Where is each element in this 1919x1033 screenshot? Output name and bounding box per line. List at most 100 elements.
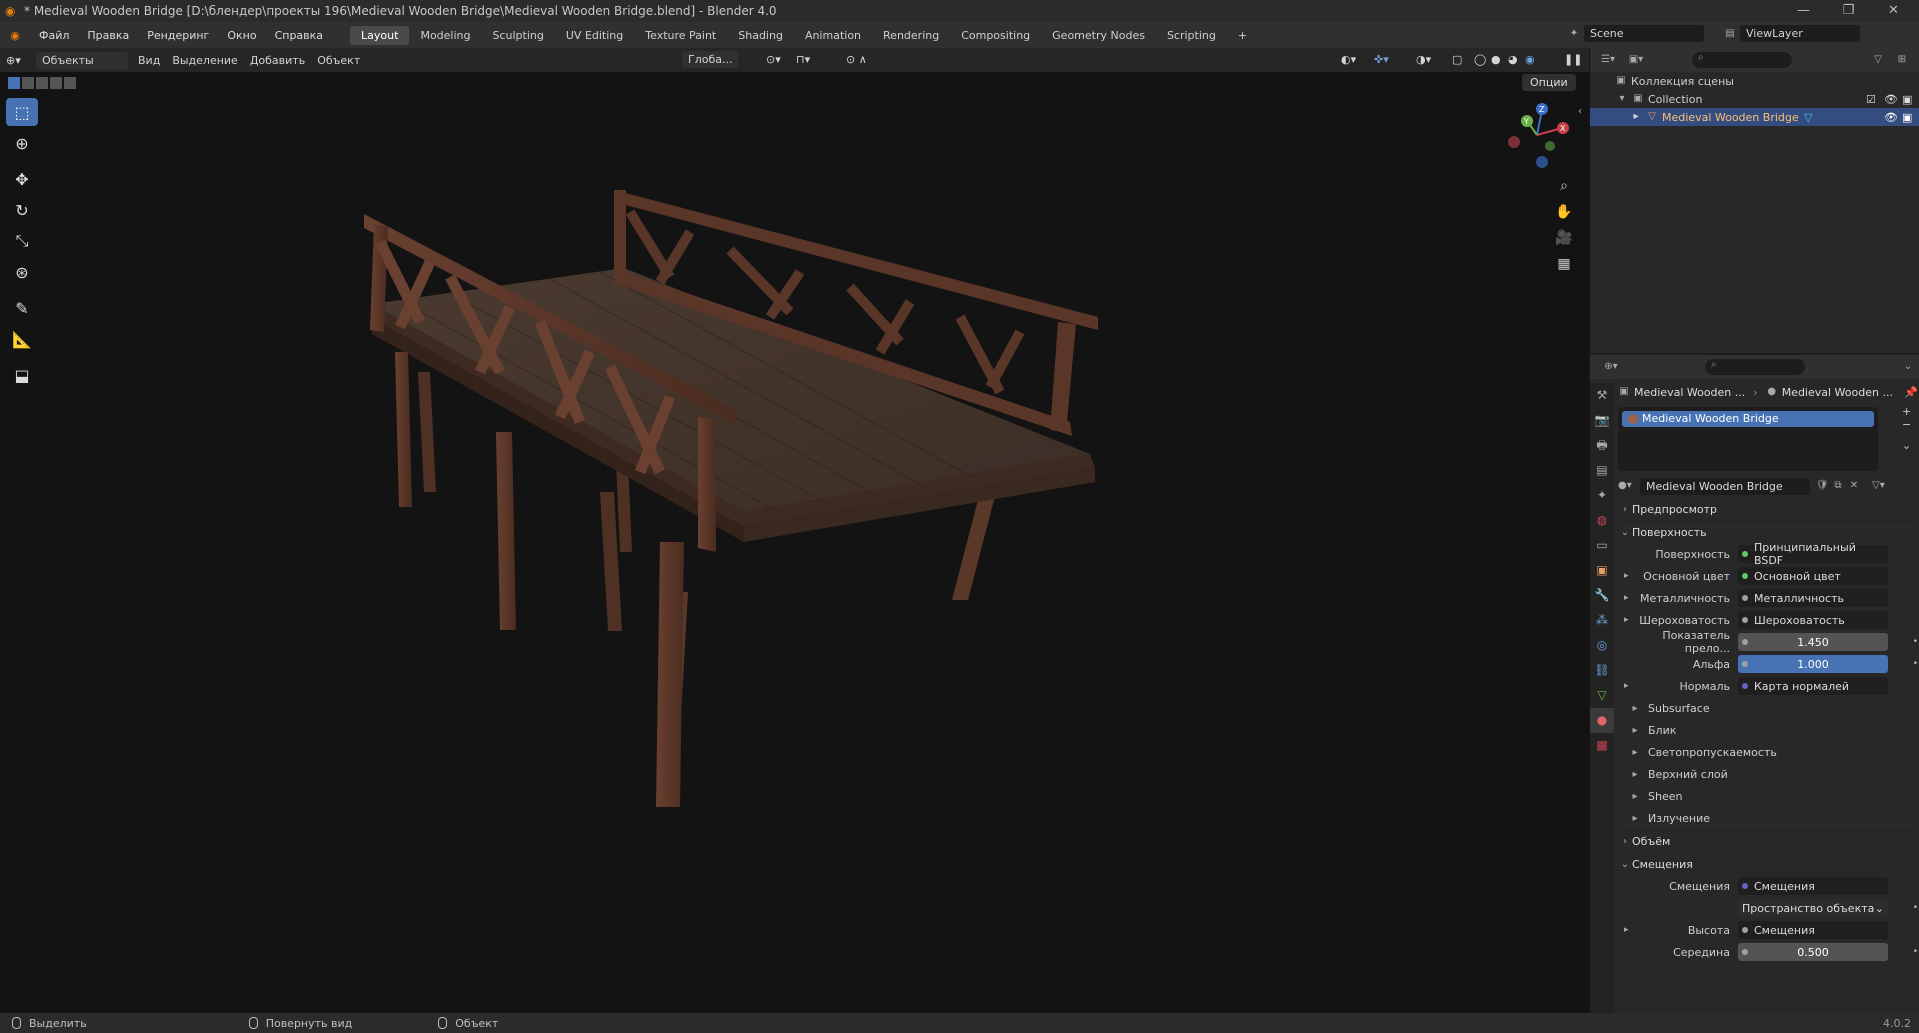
view-layer-tab-icon[interactable]: ▤	[1590, 458, 1614, 483]
mode-dropdown[interactable]: Объекты	[36, 51, 128, 69]
socket-dot-icon[interactable]	[1742, 683, 1748, 689]
browse-material-icon[interactable]: ●▾	[1618, 480, 1632, 492]
fake-user-icon[interactable]: 🛡	[1816, 480, 1829, 492]
editor-type-icon[interactable]: ⊕▾	[0, 52, 36, 69]
navigation-gizmo[interactable]: Z X Y	[1502, 100, 1572, 170]
add-workspace-button[interactable]: +	[1227, 26, 1258, 45]
bridge-model[interactable]	[0, 72, 1589, 1013]
constraints-tab-icon[interactable]: ⛓	[1590, 658, 1614, 683]
pivot-icon[interactable]: ⊙▾	[760, 51, 787, 68]
surface-value-field[interactable]: Карта нормалей	[1738, 677, 1888, 695]
particles-tab-icon[interactable]: ⁂	[1590, 608, 1614, 633]
maximize-icon[interactable]: ❐	[1826, 0, 1871, 22]
remove-slot-icon[interactable]: −	[1902, 418, 1911, 431]
tab-scripting[interactable]: Scripting	[1156, 26, 1227, 45]
render-camera-icon[interactable]: ▣	[1902, 93, 1912, 106]
scene-collection-row[interactable]: ▣ Коллекция сцены	[1590, 72, 1919, 90]
menu-file[interactable]: Файл	[30, 29, 78, 42]
visibility-icon[interactable]: ◐▾	[1335, 51, 1362, 68]
displacement-value-field[interactable]: Смещения	[1738, 877, 1888, 895]
xray-icon[interactable]: ▢	[1446, 51, 1468, 68]
grid-icon[interactable]: ▦	[1552, 252, 1576, 276]
expand-socket-icon[interactable]: ▸	[1624, 615, 1629, 625]
displacement-value-field[interactable]: Пространство объекта ⌄	[1738, 899, 1888, 917]
surface-value-field[interactable]: Металличность	[1738, 589, 1888, 607]
select-intersect-icon[interactable]	[64, 77, 76, 89]
modifier-tab-icon[interactable]: 🔧	[1590, 583, 1614, 608]
select-extend-icon[interactable]	[22, 77, 34, 89]
surface-value-field[interactable]: Принципиальный BSDF	[1738, 541, 1888, 567]
outliner-editor-icon[interactable]: ☰▾	[1596, 54, 1620, 66]
menu-help[interactable]: Справка	[266, 29, 332, 42]
tab-modeling[interactable]: Modeling	[409, 26, 481, 45]
overlay-icon[interactable]: ◑▾	[1410, 51, 1437, 68]
annotate-icon[interactable]: ✎	[6, 294, 38, 322]
duplicate-material-icon[interactable]: ⧉	[1832, 480, 1844, 492]
select-subtract-icon[interactable]	[36, 77, 48, 89]
subpanel-header[interactable]: ▸ Sheen	[1618, 785, 1918, 807]
display-mode-icon[interactable]: ▣▾	[1624, 54, 1648, 66]
move-icon[interactable]: ✥	[6, 165, 38, 193]
expand-socket-icon[interactable]: ▸	[1624, 681, 1629, 691]
socket-dot-icon[interactable]	[1742, 595, 1748, 601]
new-collection-icon[interactable]: ⊞	[1896, 54, 1908, 66]
socket-dot-icon[interactable]	[1742, 927, 1748, 933]
surface-value-field[interactable]: 1.450	[1738, 633, 1888, 651]
mesh-data-icon[interactable]: ▽	[1804, 111, 1812, 124]
cursor-icon[interactable]: ⊕	[6, 129, 38, 157]
rendered-shading-icon[interactable]: ◉	[1519, 51, 1541, 68]
scene-tab-icon[interactable]: ✦	[1590, 483, 1614, 508]
expand-chevron-icon[interactable]: ▸	[1630, 111, 1642, 123]
keyframe-icon[interactable]: •	[1913, 903, 1918, 913]
material-name-field[interactable]: Medieval Wooden Bridge	[1640, 477, 1810, 495]
socket-dot-icon[interactable]	[1742, 883, 1748, 889]
add-cube-icon[interactable]: ⬓	[6, 361, 38, 389]
material-tab-icon[interactable]: ●	[1590, 708, 1614, 733]
tab-shading[interactable]: Shading	[727, 26, 794, 45]
tab-sculpting[interactable]: Sculpting	[482, 26, 555, 45]
transform-icon[interactable]: ⊛	[6, 258, 38, 286]
material-slot[interactable]: Medieval Wooden Bridge	[1622, 411, 1874, 427]
select-box-icon[interactable]: ⬚	[6, 98, 38, 126]
physics-tab-icon[interactable]: ◎	[1590, 633, 1614, 658]
zoom-icon[interactable]: ⌕	[1552, 174, 1576, 198]
tool-tab-icon[interactable]: ⚒	[1590, 383, 1614, 408]
displacement-panel-header[interactable]: ⌄ Смещения	[1618, 853, 1918, 875]
displacement-value-field[interactable]: 0.500	[1738, 943, 1888, 961]
object-camera-icon[interactable]: ▣	[1902, 111, 1912, 124]
select-new-icon[interactable]	[8, 77, 20, 89]
tab-uv-editing[interactable]: UV Editing	[555, 26, 634, 45]
pause-icon[interactable]: ❚❚	[1558, 51, 1588, 68]
render-tab-icon[interactable]: 📷	[1590, 408, 1614, 433]
menu-window[interactable]: Окно	[218, 29, 265, 42]
options-dropdown[interactable]: Опции	[1522, 74, 1576, 91]
properties-editor-icon[interactable]: ⊕▾	[1596, 361, 1626, 373]
gizmo-neg-x[interactable]	[1508, 136, 1520, 148]
expand-socket-icon[interactable]: ▸	[1624, 593, 1629, 603]
rotate-icon[interactable]: ↻	[6, 196, 38, 224]
socket-dot-icon[interactable]	[1742, 949, 1748, 955]
unlink-material-icon[interactable]: ✕	[1848, 480, 1860, 492]
texture-tab-icon[interactable]: ▩	[1590, 733, 1614, 758]
exclude-checkbox-icon[interactable]: ☑	[1866, 93, 1876, 106]
subpanel-header[interactable]: ▸ Светопропускаемость	[1618, 741, 1918, 763]
tab-compositing[interactable]: Compositing	[950, 26, 1041, 45]
socket-dot-icon[interactable]	[1742, 661, 1748, 667]
scene-field[interactable]: Scene	[1584, 25, 1704, 42]
data-tab-icon[interactable]: ▽	[1590, 683, 1614, 708]
object-eye-icon[interactable]: 👁	[1884, 111, 1898, 124]
tab-animation[interactable]: Animation	[794, 26, 872, 45]
tab-rendering[interactable]: Rendering	[872, 26, 950, 45]
slot-menu-icon[interactable]: ⌄	[1902, 439, 1911, 452]
socket-dot-icon[interactable]	[1742, 617, 1748, 623]
orientation-dropdown[interactable]: Глоба...	[682, 51, 739, 68]
socket-dot-icon[interactable]	[1742, 573, 1748, 579]
blender-menu-icon[interactable]: ◉	[0, 29, 30, 42]
keyframe-icon[interactable]: •	[1913, 947, 1918, 957]
object-row[interactable]: ▸ ▽ Medieval Wooden Bridge ▽ 👁 ▣	[1590, 108, 1919, 126]
object-tab-icon[interactable]: ▣	[1590, 558, 1614, 583]
measure-icon[interactable]: 📐	[6, 325, 38, 353]
volume-panel-header[interactable]: › Объём	[1618, 830, 1918, 852]
tab-geometry-nodes[interactable]: Geometry Nodes	[1041, 26, 1156, 45]
gizmo-toggle-icon[interactable]: ✜▾	[1368, 51, 1395, 68]
